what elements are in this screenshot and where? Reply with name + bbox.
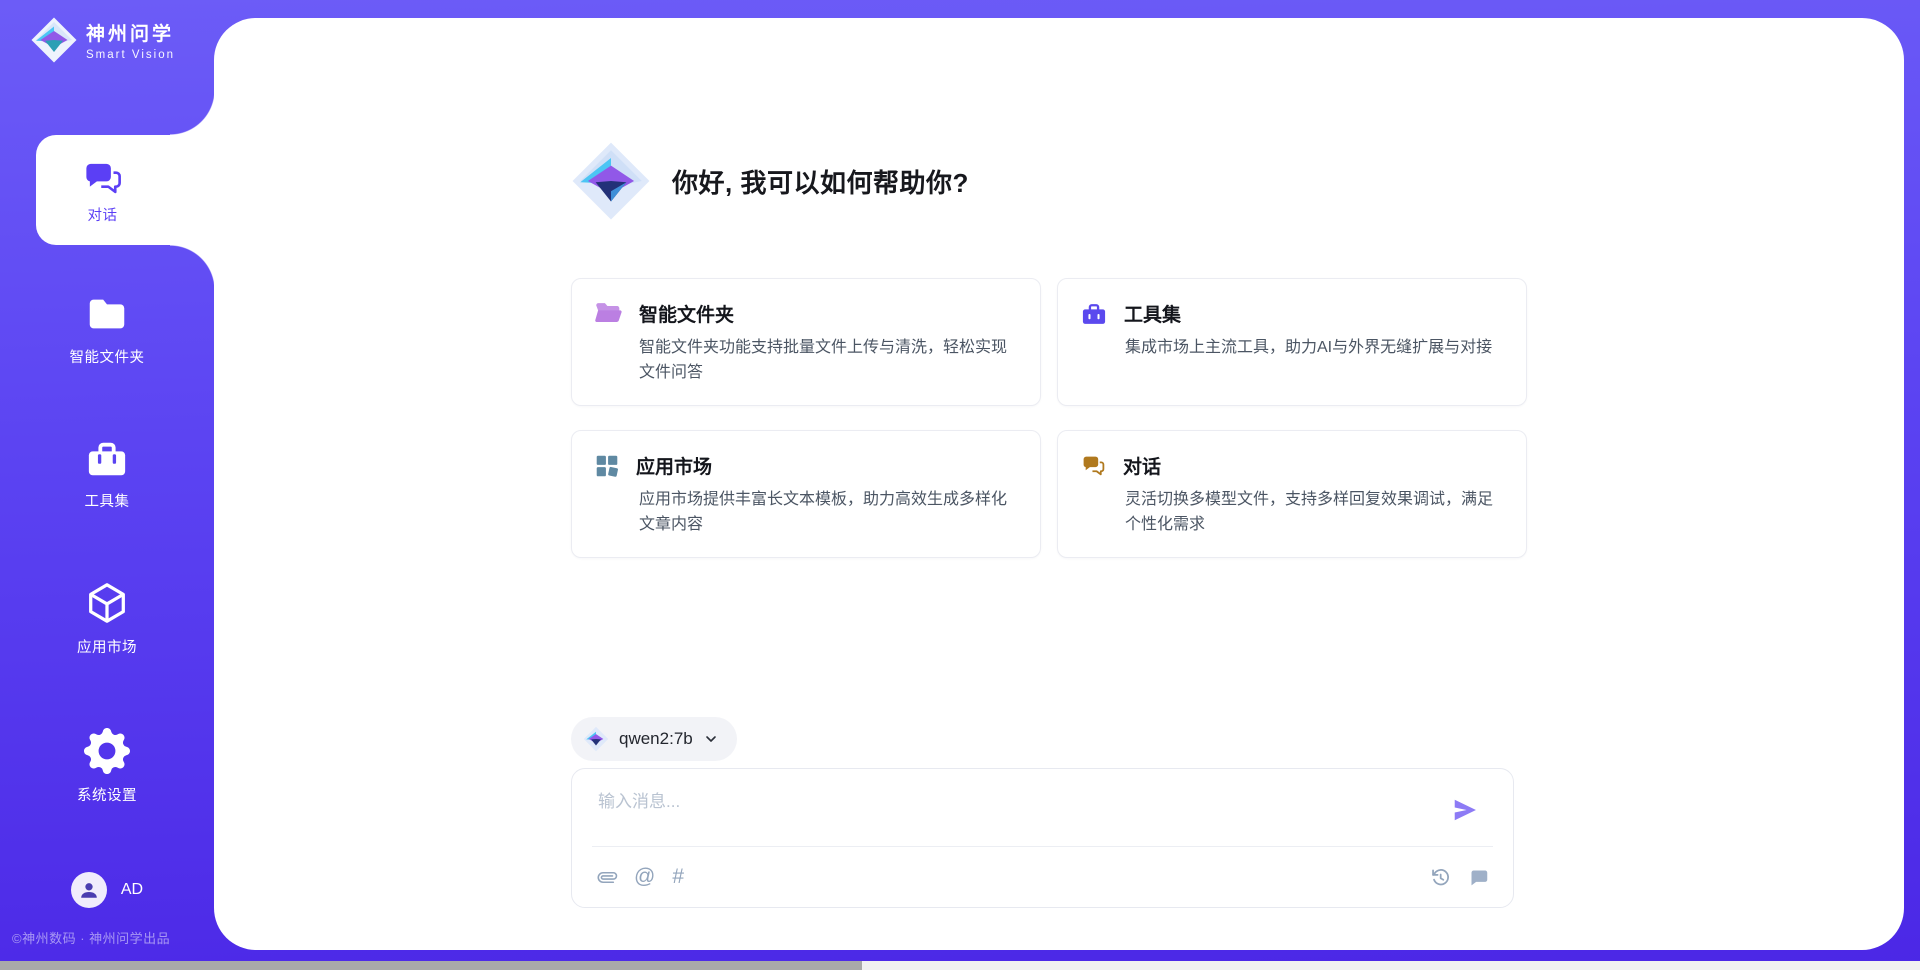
brand-logo: 神州问学 Smart Vision (30, 16, 175, 64)
card-title: 应用市场 (636, 452, 712, 479)
card-description: 集成市场上主流工具，助力AI与外界无缝扩展与对接 (1125, 336, 1500, 361)
history-button[interactable] (1430, 867, 1451, 888)
assistant-diamond-icon (570, 140, 652, 222)
card-description: 应用市场提供丰富长文本模板，助力高效生成多样化文章内容 (639, 488, 1014, 538)
card-title: 对话 (1123, 452, 1161, 479)
cube-icon (84, 580, 130, 626)
card-title: 智能文件夹 (639, 300, 734, 327)
model-name: qwen2:7b (619, 729, 693, 749)
attach-file-button[interactable] (598, 867, 617, 888)
sidebar: 神州问学 Smart Vision 对话 智能文件夹 (0, 0, 215, 962)
brand-name: 神州问学 (86, 19, 175, 46)
card-app-market[interactable]: 应用市场 应用市场提供丰富长文本模板，助力高效生成多样化文章内容 (571, 430, 1041, 558)
card-smart-folder[interactable]: 智能文件夹 智能文件夹功能支持批量文件上传与清洗，轻松实现文件问答 (571, 278, 1041, 406)
copyright-text: ©神州数码 · 神州问学出品 (12, 928, 170, 947)
user-initials: AD (121, 881, 143, 899)
chat-bubble-button[interactable] (1468, 867, 1489, 888)
chat-bubble-icon (1468, 867, 1489, 888)
horizontal-scrollbar (0, 961, 1920, 970)
hash-icon: # (672, 865, 684, 889)
mention-button[interactable]: @ (634, 865, 655, 889)
card-toolset[interactable]: 工具集 集成市场上主流工具，助力AI与外界无缝扩展与对接 (1057, 278, 1527, 406)
send-icon (1451, 796, 1479, 824)
chevron-down-icon (703, 731, 719, 747)
sidebar-item-smart-folder[interactable]: 智能文件夹 (0, 292, 214, 367)
card-title: 工具集 (1124, 300, 1181, 327)
scrollbar-thumb[interactable] (0, 961, 862, 970)
model-selector[interactable]: qwen2:7b (571, 717, 737, 761)
sidebar-item-label: 应用市场 (77, 636, 137, 657)
card-description: 智能文件夹功能支持批量文件上传与清洗，轻松实现文件问答 (639, 336, 1014, 386)
sidebar-item-label: 智能文件夹 (70, 346, 145, 367)
hashtag-button[interactable]: # (672, 865, 684, 889)
message-composer: @ # (571, 768, 1514, 908)
brand-diamond-icon (30, 16, 78, 64)
brand-subtitle: Smart Vision (86, 49, 175, 61)
greeting-block: 你好, 我可以如何帮助你? (570, 140, 969, 222)
grid-icon (594, 453, 620, 479)
gear-icon (84, 728, 130, 774)
sidebar-item-label: 工具集 (85, 490, 130, 511)
sidebar-item-settings[interactable]: 系统设置 (0, 728, 214, 805)
model-diamond-icon (583, 726, 609, 752)
feature-cards: 智能文件夹 智能文件夹功能支持批量文件上传与清洗，轻松实现文件问答 工具集 集成… (571, 278, 1527, 558)
avatar (71, 872, 107, 908)
briefcase-icon (84, 438, 130, 480)
paperclip-icon (593, 863, 621, 891)
folder-icon (84, 292, 130, 336)
card-description: 灵活切换多模型文件，支持多样回复效果调试，满足个性化需求 (1125, 488, 1500, 538)
chat-icon (82, 156, 124, 198)
briefcase-icon (1080, 301, 1108, 327)
composer-toolbar: @ # (598, 847, 1489, 907)
send-button[interactable] (1451, 795, 1481, 825)
folder-open-icon (594, 301, 623, 327)
chat-icon (1080, 453, 1107, 478)
sidebar-item-toolset[interactable]: 工具集 (0, 438, 214, 511)
sidebar-item-chat[interactable]: 对话 (36, 135, 215, 245)
sidebar-item-label: 对话 (88, 204, 118, 225)
sidebar-item-label: 系统设置 (77, 784, 137, 805)
user-profile[interactable]: AD (0, 872, 214, 908)
card-chat[interactable]: 对话 灵活切换多模型文件，支持多样回复效果调试，满足个性化需求 (1057, 430, 1527, 558)
message-input[interactable] (598, 787, 1428, 839)
at-icon: @ (634, 865, 655, 889)
sidebar-item-app-market[interactable]: 应用市场 (0, 580, 214, 657)
history-icon (1430, 867, 1451, 888)
greeting-title: 你好, 我可以如何帮助你? (672, 163, 969, 200)
